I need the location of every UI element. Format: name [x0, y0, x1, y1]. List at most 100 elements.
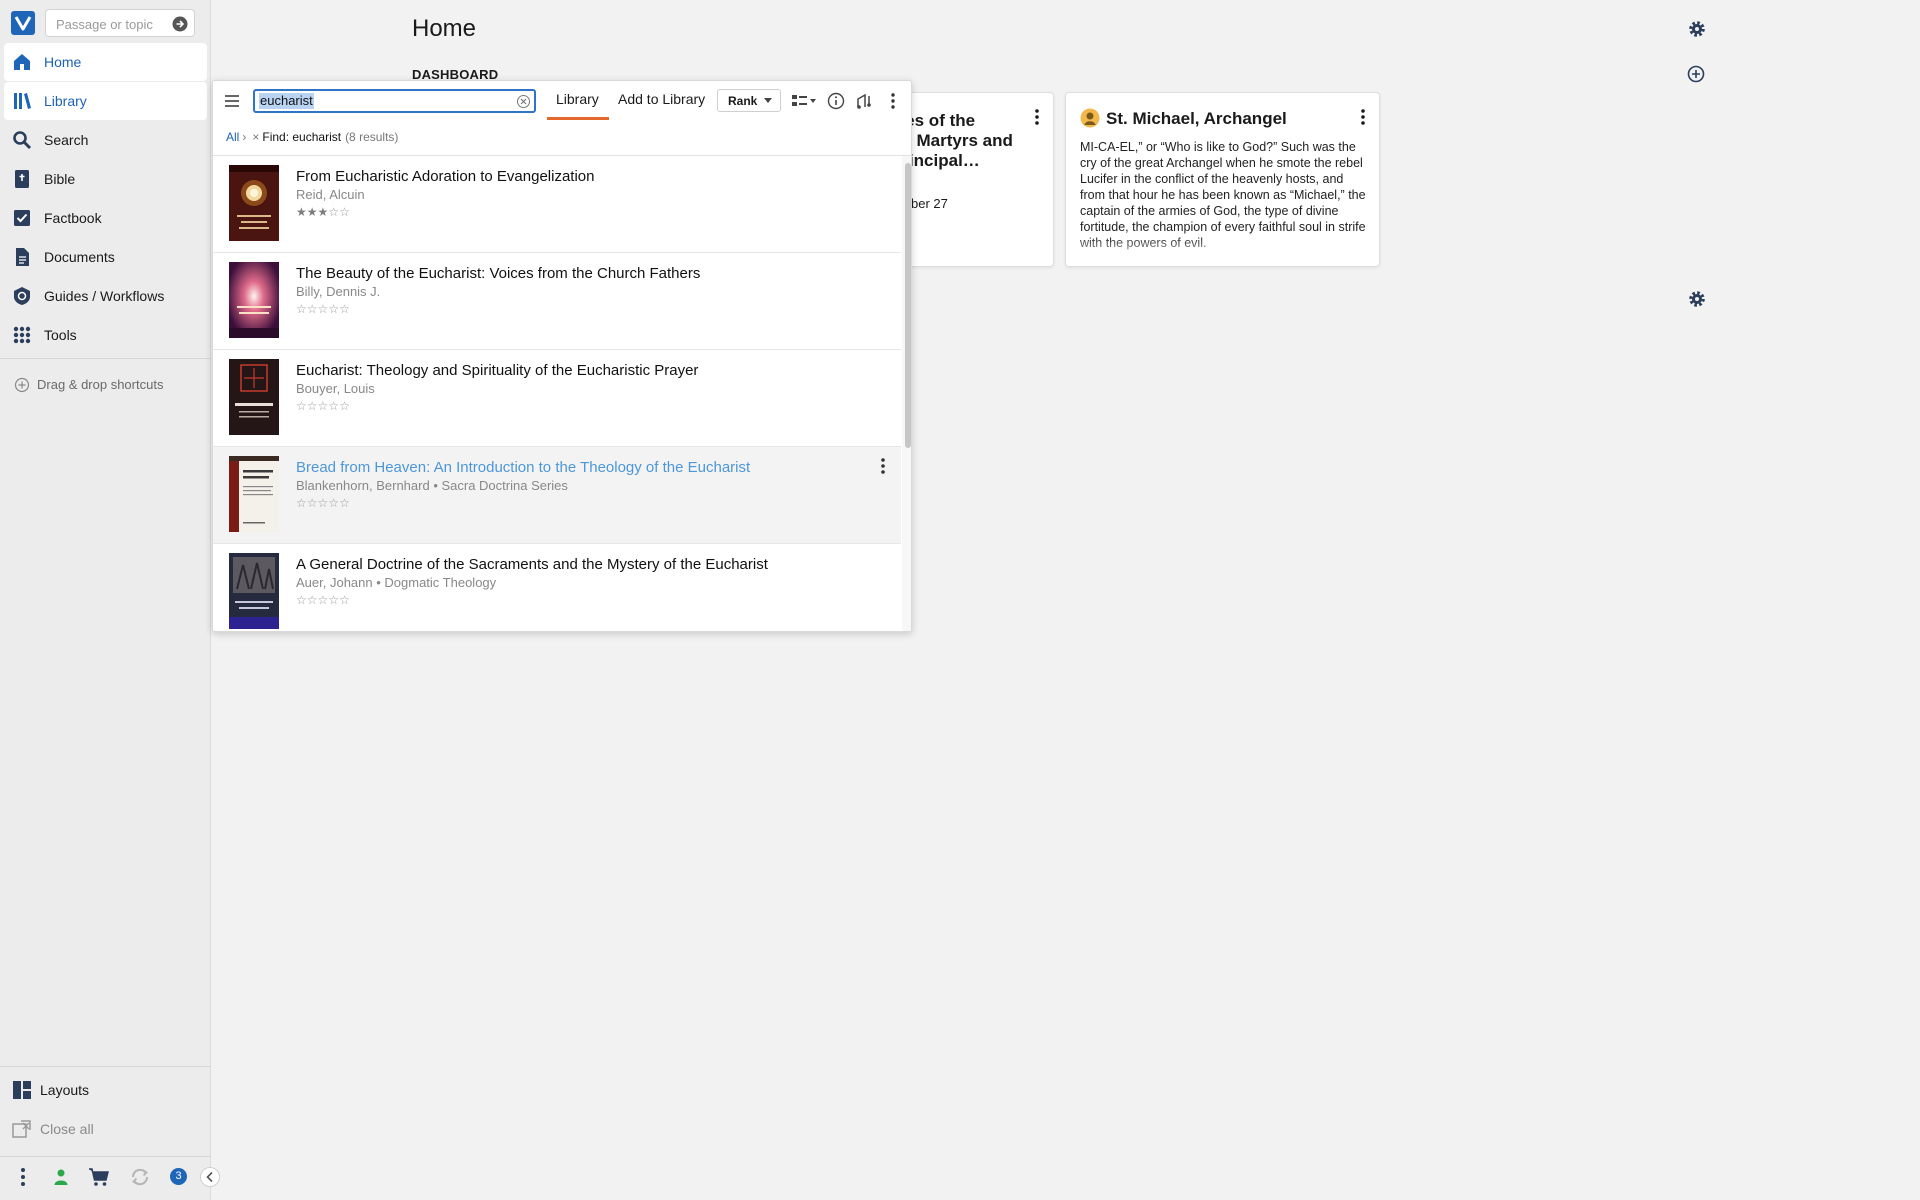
star-empty-icon[interactable]: ☆: [296, 302, 307, 316]
close-all-label: Close all: [40, 1121, 94, 1137]
star-filled-icon[interactable]: ★: [296, 205, 307, 219]
star-empty-icon[interactable]: ☆: [318, 496, 329, 510]
library-search-input[interactable]: eucharist: [253, 89, 536, 113]
tab-add-to-library[interactable]: Add to Library: [618, 91, 705, 107]
star-rating[interactable]: ☆☆☆☆☆: [296, 593, 350, 607]
star-empty-icon[interactable]: ☆: [339, 399, 350, 413]
star-empty-icon[interactable]: ☆: [339, 593, 350, 607]
sidebar-item-factbook[interactable]: Factbook: [4, 199, 207, 237]
gear-icon[interactable]: [1687, 289, 1707, 309]
star-empty-icon[interactable]: ☆: [339, 496, 350, 510]
star-empty-icon[interactable]: ☆: [307, 399, 318, 413]
cart-icon[interactable]: [88, 1166, 110, 1188]
result-title[interactable]: From Eucharistic Adoration to Evangeliza…: [296, 168, 594, 185]
sync-icon[interactable]: [129, 1166, 151, 1188]
remove-filter-icon[interactable]: ×: [252, 130, 259, 144]
star-empty-icon[interactable]: ☆: [339, 205, 350, 219]
result-title[interactable]: A General Doctrine of the Sacraments and…: [296, 556, 768, 573]
sidebar-item-tools[interactable]: Tools: [4, 316, 207, 354]
star-filled-icon[interactable]: ★: [307, 205, 318, 219]
star-empty-icon[interactable]: ☆: [296, 496, 307, 510]
star-empty-icon[interactable]: ☆: [307, 302, 318, 316]
sidebar-item-search[interactable]: Search: [4, 121, 207, 159]
star-filled-icon[interactable]: ★: [318, 205, 329, 219]
book-cover[interactable]: [229, 165, 279, 241]
sidebar-item-bible[interactable]: Bible: [4, 160, 207, 198]
view-mode-icon[interactable]: [791, 92, 817, 110]
book-cover[interactable]: [229, 359, 279, 435]
breadcrumb-all-link[interactable]: All: [226, 130, 239, 144]
close-all-icon: [12, 1120, 31, 1138]
star-empty-icon[interactable]: ☆: [296, 593, 307, 607]
star-empty-icon[interactable]: ☆: [296, 399, 307, 413]
chevron-down-icon: [764, 98, 772, 103]
add-widget-icon[interactable]: [1686, 64, 1706, 84]
star-empty-icon[interactable]: ☆: [328, 302, 339, 316]
sidebar-item-label: Bible: [44, 171, 76, 187]
sidebar-item-home[interactable]: Home: [4, 43, 207, 81]
card-body-text: MI-CA-EL,” or “Who is like to God?” Such…: [1080, 140, 1366, 250]
more-vertical-icon[interactable]: [1353, 107, 1373, 127]
bible-icon: [15, 170, 29, 188]
more-vertical-icon[interactable]: [12, 1166, 34, 1188]
divider: [0, 1066, 211, 1067]
app-logo-icon[interactable]: [11, 11, 35, 35]
result-title[interactable]: The Beauty of the Eucharist: Voices from…: [296, 265, 700, 282]
passage-input[interactable]: [54, 14, 168, 34]
more-vertical-icon[interactable]: [1027, 107, 1047, 127]
sidebar-item-label: Tools: [44, 327, 77, 343]
arrow-go-icon[interactable]: [172, 16, 188, 32]
chevron-left-icon: [206, 1171, 213, 1183]
star-rating[interactable]: ☆☆☆☆☆: [296, 302, 350, 316]
card-title: ives of the rs, Martyrs and Principal…: [891, 111, 1013, 170]
star-empty-icon[interactable]: ☆: [328, 399, 339, 413]
star-empty-icon[interactable]: ☆: [339, 302, 350, 316]
list-item[interactable]: Bread from Heaven: An Introduction to th…: [213, 447, 901, 544]
star-empty-icon[interactable]: ☆: [328, 205, 339, 219]
library-icon: [14, 93, 31, 109]
gear-icon[interactable]: [1687, 19, 1707, 39]
active-tab-indicator: [547, 117, 609, 120]
more-vertical-icon[interactable]: [873, 456, 893, 476]
sidebar-item-label: Documents: [44, 249, 115, 265]
star-rating[interactable]: ★★★☆☆: [296, 205, 350, 219]
sidebar-item-documents[interactable]: Documents: [4, 238, 207, 276]
list-item[interactable]: Eucharist: Theology and Spirituality of …: [213, 350, 901, 447]
tab-library[interactable]: Library: [556, 91, 599, 107]
result-title[interactable]: Bread from Heaven: An Introduction to th…: [296, 459, 750, 476]
sidebar-item-library[interactable]: Library: [4, 82, 207, 120]
list-item[interactable]: From Eucharistic Adoration to Evangeliza…: [213, 156, 901, 253]
sort-label: Rank: [728, 94, 758, 108]
result-author: Bouyer, Louis: [296, 381, 375, 396]
result-count: (8 results): [345, 130, 399, 144]
star-rating[interactable]: ☆☆☆☆☆: [296, 399, 350, 413]
book-cover[interactable]: [229, 456, 279, 532]
sidebar-item-guides[interactable]: Guides / Workflows: [4, 277, 207, 315]
star-empty-icon[interactable]: ☆: [318, 593, 329, 607]
star-rating[interactable]: ☆☆☆☆☆: [296, 496, 350, 510]
list-item[interactable]: The Beauty of the Eucharist: Voices from…: [213, 253, 901, 350]
user-online-icon[interactable]: [50, 1166, 72, 1188]
star-empty-icon[interactable]: ☆: [307, 496, 318, 510]
star-empty-icon[interactable]: ☆: [318, 399, 329, 413]
factbook-icon: [14, 210, 30, 226]
sort-select[interactable]: Rank: [717, 89, 781, 112]
list-item[interactable]: A General Doctrine of the Sacraments and…: [213, 544, 901, 631]
hamburger-menu-icon[interactable]: [223, 92, 241, 110]
star-empty-icon[interactable]: ☆: [307, 593, 318, 607]
book-cover[interactable]: [229, 262, 279, 338]
link-panel-icon[interactable]: [855, 92, 873, 110]
saint-of-the-day-card[interactable]: St. Michael, Archangel MI-CA-EL,” or “Wh…: [1065, 92, 1380, 267]
result-title[interactable]: Eucharist: Theology and Spirituality of …: [296, 362, 698, 379]
info-icon[interactable]: [827, 92, 845, 110]
scrollbar-thumb[interactable]: [905, 163, 911, 448]
star-empty-icon[interactable]: ☆: [318, 302, 329, 316]
book-cover[interactable]: [229, 553, 279, 629]
clear-search-icon[interactable]: [517, 95, 530, 108]
notification-badge[interactable]: 3: [170, 1168, 187, 1185]
more-vertical-icon[interactable]: [884, 92, 902, 110]
star-empty-icon[interactable]: ☆: [328, 593, 339, 607]
search-icon: [13, 131, 32, 150]
collapse-sidebar-button[interactable]: [200, 1167, 220, 1187]
star-empty-icon[interactable]: ☆: [328, 496, 339, 510]
